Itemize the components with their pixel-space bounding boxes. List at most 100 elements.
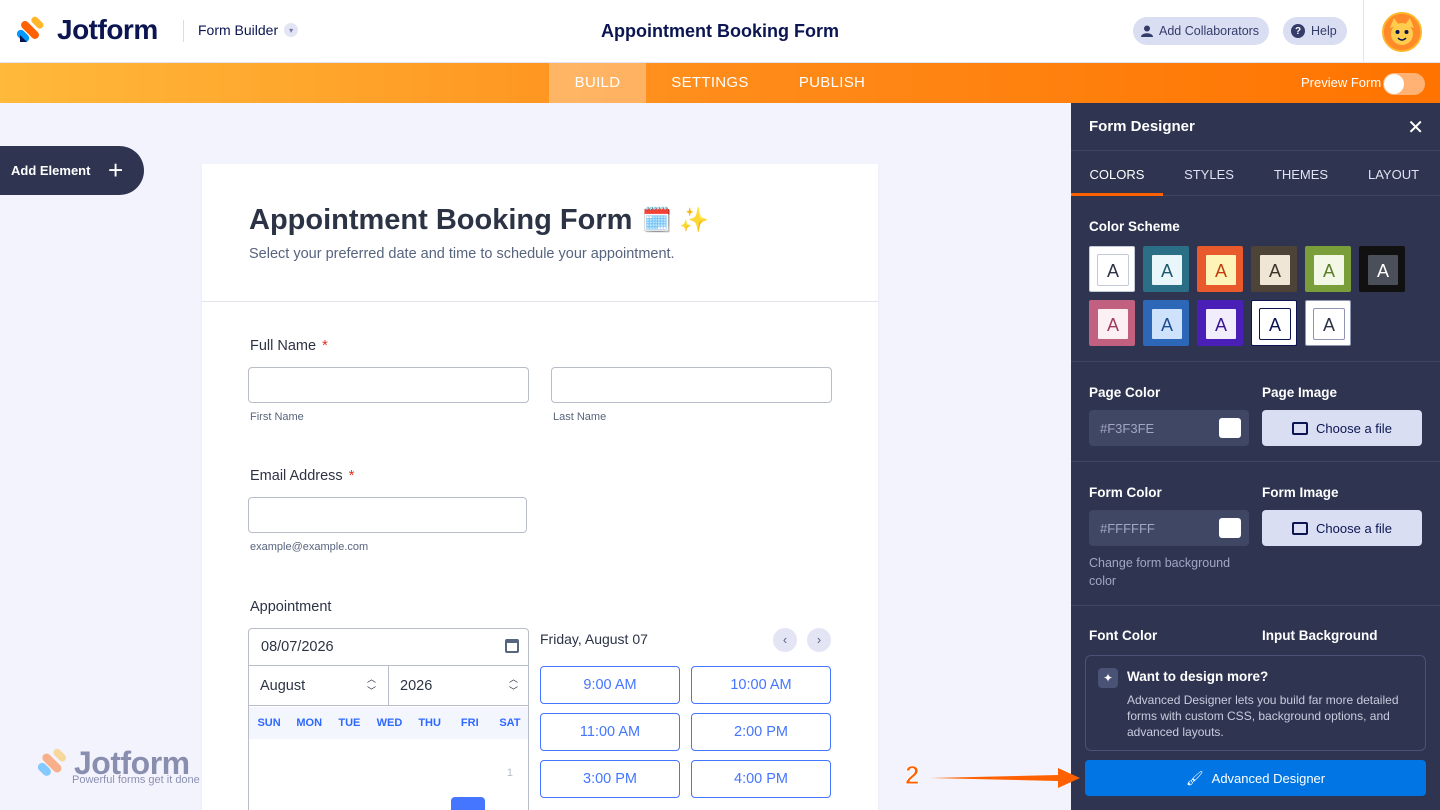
annotation-arrow-icon xyxy=(930,768,1080,788)
swatch-preview: A xyxy=(1367,254,1399,286)
color-scheme-swatch[interactable]: A xyxy=(1305,300,1351,346)
form-card: Appointment Booking Form 🗓️ ✨ Select you… xyxy=(202,164,878,810)
appointment-calendar: 08/07/2026 August ︿ ﹀ 2026 ︿ ﹀ SUN MON TUE… xyxy=(248,628,529,810)
tab-publish[interactable]: PUBLISH xyxy=(784,63,880,103)
color-scheme-swatch[interactable]: A xyxy=(1251,246,1297,292)
add-collaborators-button[interactable]: Add Collaborators xyxy=(1133,17,1270,45)
help-button[interactable]: ? Help xyxy=(1283,17,1347,45)
tab-themes[interactable]: THEMES xyxy=(1255,151,1347,196)
form-builder-label: Form Builder xyxy=(198,22,279,38)
time-slot[interactable]: 3:00 PM xyxy=(540,760,680,798)
tab-colors[interactable]: COLORS xyxy=(1071,151,1163,196)
date-value: 08/07/2026 xyxy=(261,639,334,655)
color-scheme-swatch[interactable]: A xyxy=(1197,246,1243,292)
preview-form-label: Preview Form xyxy=(1301,75,1382,90)
time-slot[interactable]: 2:00 PM xyxy=(691,713,831,751)
form-color-input[interactable]: #FFFFFF xyxy=(1089,510,1249,546)
form-color-hint: Change form background color xyxy=(1089,556,1231,588)
toggle-knob xyxy=(1384,74,1404,94)
time-slot[interactable]: 4:00 PM xyxy=(691,760,831,798)
jotform-logo[interactable]: Jotform xyxy=(17,14,158,46)
last-name-input[interactable] xyxy=(551,367,832,403)
chevron-left-icon[interactable]: ‹ xyxy=(773,628,797,652)
weekday-label: SUN xyxy=(257,717,281,729)
close-icon[interactable]: ✕ xyxy=(1407,115,1424,140)
step-number-annotation: 2 xyxy=(904,760,920,791)
panel-title: Form Designer xyxy=(1089,118,1195,135)
first-name-sublabel: First Name xyxy=(250,411,304,423)
header-divider xyxy=(202,301,878,302)
swatch-preview: A xyxy=(1151,308,1183,340)
jotform-logo-icon xyxy=(17,16,44,43)
help-label: Help xyxy=(1311,24,1337,38)
builder-nav: BUILD SETTINGS PUBLISH Preview Form xyxy=(0,63,1440,103)
form-title-text: Appointment Booking Form xyxy=(249,204,633,236)
color-scheme-swatch[interactable]: A xyxy=(1089,246,1135,292)
time-slot[interactable]: 10:00 AM xyxy=(691,666,831,704)
email-input[interactable] xyxy=(248,497,527,533)
tab-styles[interactable]: STYLES xyxy=(1163,151,1255,196)
swatch-preview: A xyxy=(1205,308,1237,340)
selected-day-heading: Friday, August 07 xyxy=(540,631,648,647)
add-collaborators-label: Add Collaborators xyxy=(1159,24,1260,38)
logo-text: Jotform xyxy=(57,14,158,45)
color-scheme-swatch[interactable]: A xyxy=(1359,246,1405,292)
color-scheme-swatch[interactable]: A xyxy=(1197,300,1243,346)
month-select[interactable]: August ︿ ﹀ xyxy=(249,666,389,706)
divider xyxy=(1363,0,1364,63)
color-scheme-swatch[interactable]: A xyxy=(1143,300,1189,346)
add-element-button[interactable]: Add Element + xyxy=(0,146,144,195)
year-select[interactable]: 2026 ︿ ﹀ xyxy=(389,666,528,706)
color-chip[interactable] xyxy=(1219,518,1241,538)
time-slot[interactable]: 9:00 AM xyxy=(540,666,680,704)
required-mark: * xyxy=(348,468,355,484)
form-subtitle[interactable]: Select your preferred date and time to s… xyxy=(249,246,675,262)
first-name-input[interactable] xyxy=(248,367,529,403)
calendar-day-selected[interactable] xyxy=(451,797,485,810)
top-bar: Jotform Form Builder ▾ Appointment Booki… xyxy=(0,0,1440,63)
time-slot[interactable]: 11:00 AM xyxy=(540,713,680,751)
image-add-icon xyxy=(1292,521,1309,535)
preview-form-toggle[interactable] xyxy=(1383,73,1425,95)
color-scheme-swatch[interactable]: A xyxy=(1143,246,1189,292)
swatch-preview: A xyxy=(1259,254,1291,286)
image-add-icon xyxy=(1292,421,1309,435)
form-image-choose-button[interactable]: Choose a file xyxy=(1262,510,1422,546)
calendar-icon[interactable] xyxy=(505,639,519,653)
email-sublabel: example@example.com xyxy=(250,541,369,553)
spinner-icon: ︿ ﹀ xyxy=(508,674,518,696)
page-image-choose-button[interactable]: Choose a file xyxy=(1262,410,1422,446)
weekday-label: THU xyxy=(418,717,441,729)
color-scheme-swatch[interactable]: A xyxy=(1089,300,1135,346)
email-label[interactable]: Email Address * xyxy=(250,468,354,484)
tab-build[interactable]: BUILD xyxy=(549,63,646,103)
calendar-day[interactable]: 1 xyxy=(507,767,513,779)
weekday-label: TUE xyxy=(338,717,361,729)
form-color-label: Form Color xyxy=(1089,485,1162,500)
email-label-text: Email Address xyxy=(250,468,343,484)
appointment-label[interactable]: Appointment xyxy=(250,599,331,615)
swatch-preview: A xyxy=(1151,254,1183,286)
color-scheme-swatch[interactable]: A xyxy=(1251,300,1297,346)
form-title[interactable]: Appointment Booking Form 🗓️ ✨ xyxy=(249,204,709,237)
advanced-designer-label: Advanced Designer xyxy=(1211,770,1326,786)
swatch-preview: A xyxy=(1097,254,1129,286)
divider xyxy=(1071,361,1440,362)
sparkle-icon: ✦ xyxy=(1098,668,1118,688)
color-chip[interactable] xyxy=(1219,418,1241,438)
full-name-label[interactable]: Full Name * xyxy=(250,338,328,354)
form-builder-dropdown[interactable]: Form Builder ▾ xyxy=(198,22,299,38)
form-image-label: Form Image xyxy=(1262,485,1339,500)
tab-settings[interactable]: SETTINGS xyxy=(656,63,764,103)
page-color-input[interactable]: #F3F3FE xyxy=(1089,410,1249,446)
avatar[interactable] xyxy=(1382,12,1422,52)
advanced-designer-button[interactable]: 🖌 Advanced Designer xyxy=(1085,760,1426,796)
date-input[interactable]: 08/07/2026 xyxy=(249,629,528,666)
color-scheme-swatch[interactable]: A xyxy=(1305,246,1351,292)
tab-layout[interactable]: LAYOUT xyxy=(1347,151,1440,196)
chevron-right-icon[interactable]: › xyxy=(807,628,831,652)
plus-icon: + xyxy=(108,155,124,185)
divider xyxy=(1071,461,1440,462)
page-color-label: Page Color xyxy=(1089,385,1161,400)
form-title-emoji: 🗓️ ✨ xyxy=(642,207,709,234)
